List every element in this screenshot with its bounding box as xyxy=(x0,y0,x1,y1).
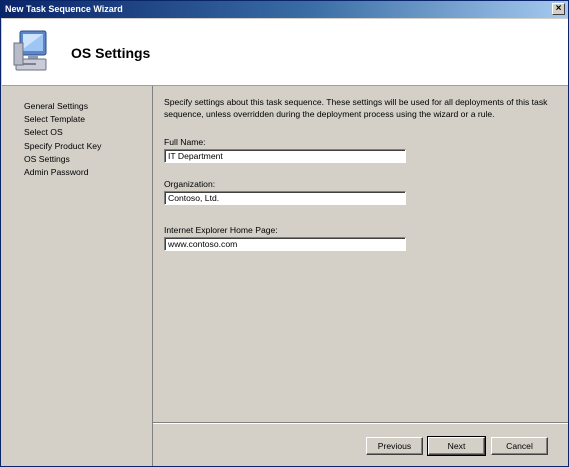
organization-field[interactable]: Contoso, Ltd. xyxy=(164,191,406,205)
nav-item-admin-password[interactable]: Admin Password xyxy=(24,166,101,179)
title-bar[interactable]: New Task Sequence Wizard × xyxy=(1,1,568,18)
homepage-label: Internet Explorer Home Page: xyxy=(164,225,278,235)
page-title: OS Settings xyxy=(71,45,151,61)
wizard-content: Specify settings about this task sequenc… xyxy=(153,86,568,422)
button-divider xyxy=(153,422,568,424)
nav-item-specify-product-key[interactable]: Specify Product Key xyxy=(24,140,101,153)
cancel-button[interactable]: Cancel xyxy=(491,437,548,455)
nav-item-select-template[interactable]: Select Template xyxy=(24,113,101,126)
computer-icon xyxy=(13,30,47,71)
wizard-steps-nav: General Settings Select Template Select … xyxy=(2,86,153,466)
nav-item-os-settings[interactable]: OS Settings xyxy=(24,153,101,166)
full-name-field[interactable]: IT Department xyxy=(164,149,406,163)
wizard-window: New Task Sequence Wizard × OS Settings G… xyxy=(0,0,569,467)
organization-label: Organization: xyxy=(164,179,216,189)
nav-item-general-settings[interactable]: General Settings xyxy=(24,100,101,113)
nav-item-select-os[interactable]: Select OS xyxy=(24,126,101,139)
window-title: New Task Sequence Wizard xyxy=(5,4,123,14)
wizard-header: OS Settings xyxy=(2,19,568,86)
description-text: Specify settings about this task sequenc… xyxy=(164,97,548,119)
previous-button[interactable]: Previous xyxy=(366,437,423,455)
full-name-label: Full Name: xyxy=(164,137,206,147)
next-button[interactable]: Next xyxy=(427,436,486,456)
close-button[interactable]: × xyxy=(552,3,565,15)
homepage-field[interactable]: www.contoso.com xyxy=(164,237,406,251)
close-icon: × xyxy=(555,3,562,14)
